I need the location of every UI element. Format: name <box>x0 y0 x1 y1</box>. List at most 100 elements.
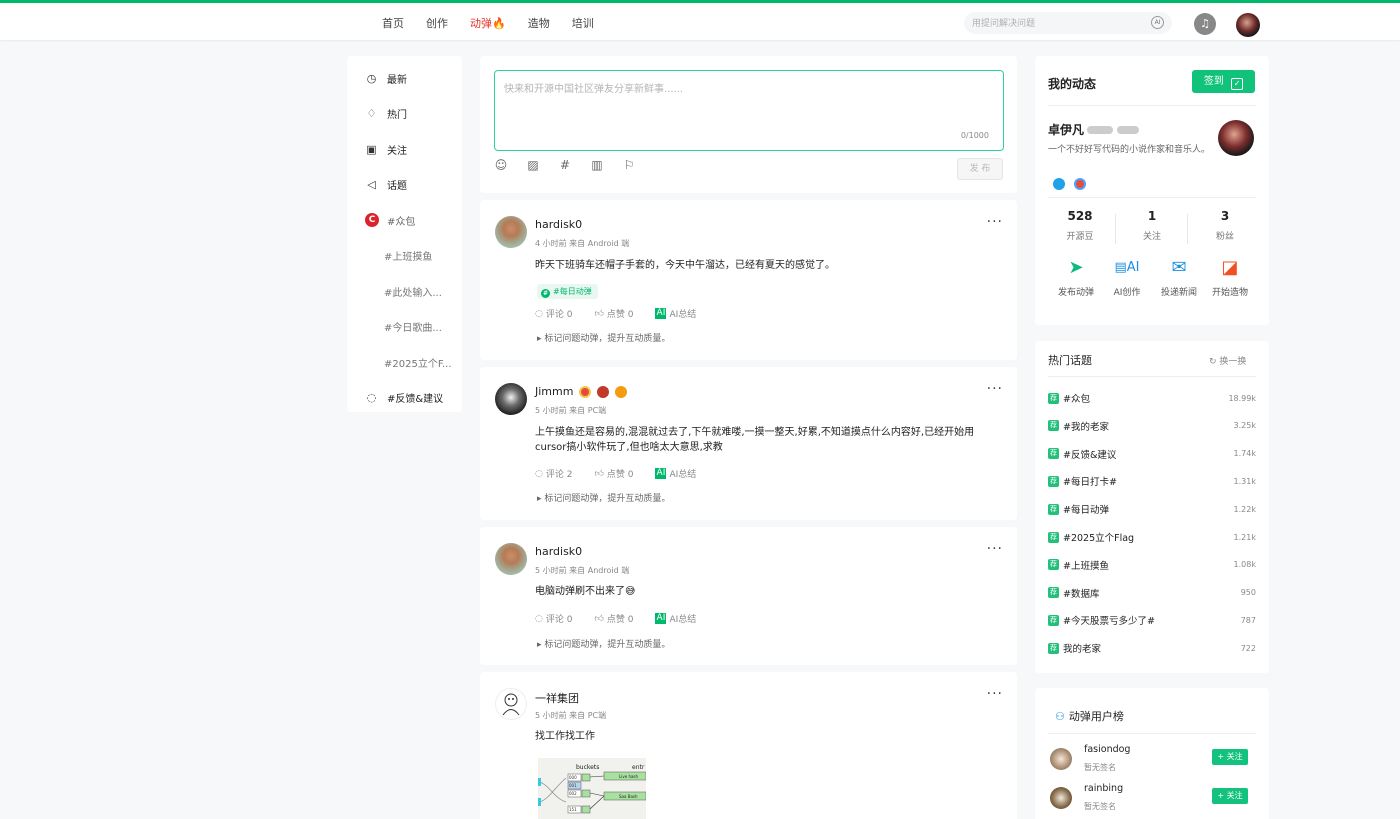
follow-icon: ▣ <box>366 142 377 156</box>
ai-summary-button[interactable]: AI AI总结 <box>655 307 696 320</box>
flag-hint[interactable]: ▸ 标记问题动弹，提升互动质量。 <box>537 331 670 344</box>
more-icon[interactable]: ··· <box>987 214 1003 230</box>
comment-icon: ◌ <box>535 308 543 319</box>
hot-topic-item[interactable]: 荐 #2025立个Flag 1.21k <box>1048 530 1256 544</box>
hot-topic-item[interactable]: 荐 #众包 18.99k <box>1048 391 1256 405</box>
left-sidebar: ◷ 最新 ♢ 热门 ▣ 关注 ◁ 话题 C #众包 #上班摸鱼 #此处输入... #今日歌… <box>347 56 462 412</box>
like-button[interactable]: 👍︎ 点赞 0 <box>594 612 633 626</box>
stat-fans[interactable]: 3 粉丝 <box>1195 209 1255 242</box>
publish-button[interactable]: 发 布 <box>957 158 1003 180</box>
rank-user-name[interactable]: rainbing <box>1084 783 1123 794</box>
diagram-label: 151 <box>569 807 577 812</box>
sidebar-item-crowdsource[interactable]: C #众包 <box>365 211 415 229</box>
ai-search-icon[interactable]: AI <box>1151 16 1164 29</box>
hashtag-icon[interactable]: # <box>558 158 572 172</box>
flag-hint[interactable]: ▸ 标记问题动弹，提升互动质量。 <box>537 491 670 504</box>
hot-topic-item[interactable]: 荐 #反馈&建议 1.74k <box>1048 447 1256 461</box>
hot-topic-count: 722 <box>1240 643 1256 653</box>
ai-summary-button[interactable]: AI AI总结 <box>655 467 696 480</box>
hot-topic-item[interactable]: 荐 #每日打卡# 1.31k <box>1048 474 1256 488</box>
sidebar-topic[interactable]: #今日歌曲... <box>384 317 442 335</box>
nav-training[interactable]: 培训 <box>572 15 594 31</box>
bell-icon[interactable]: ♫ <box>1194 13 1216 35</box>
flag-icon[interactable]: ⚐ <box>622 158 636 172</box>
hot-topic-item[interactable]: 荐 #上班摸鱼 1.08k <box>1048 558 1256 572</box>
author-name[interactable]: 一祥集团 <box>535 690 579 706</box>
sidebar-item-hot[interactable]: ♢ 热门 <box>365 104 407 122</box>
sidebar-item-feedback[interactable]: ◌ #反馈&建议 <box>365 388 444 406</box>
image-icon[interactable]: ▨ <box>526 158 540 172</box>
hot-topic-item[interactable]: 荐 #今天股票亏多少了# 787 <box>1048 613 1256 627</box>
flag-hint[interactable]: ▸ 标记问题动弹，提升互动质量。 <box>537 637 670 650</box>
nav-create[interactable]: 创作 <box>426 15 448 31</box>
refresh-button[interactable]: ↻ 换一换 <box>1209 354 1246 367</box>
post-author[interactable]: hardisk0 <box>535 218 582 231</box>
sidebar-topic[interactable]: #此处输入... <box>384 282 442 300</box>
post-meta: 5 小时前 来自 Android 端 <box>535 566 630 575</box>
post-author[interactable]: 一祥集团 <box>535 690 579 706</box>
avatar[interactable] <box>1050 787 1072 809</box>
emoji-icon[interactable]: ☺ <box>494 158 508 172</box>
composer-toolbar: ☺ ▨ # ▥ ⚐ <box>494 158 654 172</box>
comment-button[interactable]: ◌ 评论 0 <box>535 307 572 321</box>
nav-home[interactable]: 首页 <box>382 15 404 31</box>
post-tag[interactable]: # #每日动弹 <box>537 284 598 299</box>
hot-topics-card: 热门话题 ↻ 换一换 荐 #众包 18.99k 荐 #我的老家 3.25k 荐 #反馈&建议 1… <box>1035 341 1269 673</box>
publish-tweet-button[interactable]: ➤ 发布动弹 <box>1051 256 1101 298</box>
profile-name[interactable]: 卓伊凡 <box>1048 121 1140 138</box>
rank-user-name[interactable]: fasiondog <box>1084 744 1130 755</box>
avatar[interactable] <box>495 216 527 248</box>
start-making-button[interactable]: ◪ 开始造物 <box>1205 256 1255 298</box>
comment-button[interactable]: ◌ 评论 0 <box>535 612 572 626</box>
more-icon[interactable]: ··· <box>987 381 1003 397</box>
search-input[interactable]: 用提问解决问题 AI <box>964 12 1172 34</box>
sidebar-item-follow[interactable]: ▣ 关注 <box>365 140 407 158</box>
more-icon[interactable]: ··· <box>987 541 1003 557</box>
post-author[interactable]: Jimmm <box>535 385 628 398</box>
author-name[interactable]: Jimmm <box>535 385 573 398</box>
sign-in-button[interactable]: 签到 ✓ <box>1192 70 1255 93</box>
profile-avatar[interactable] <box>1218 120 1254 156</box>
hot-topic-item[interactable]: 荐 #每日动弹 1.22k <box>1048 502 1256 516</box>
thumb-icon: 👍︎ <box>594 468 604 479</box>
stat-value: 3 <box>1220 209 1230 223</box>
comment-button[interactable]: ◌ 评论 2 <box>535 467 572 481</box>
more-icon[interactable]: ··· <box>987 686 1003 702</box>
avatar[interactable] <box>495 383 527 415</box>
follow-button[interactable]: + 关注 <box>1212 788 1248 804</box>
chart-icon[interactable]: ▥ <box>590 158 604 172</box>
sidebar-item-topics[interactable]: ◁ 话题 <box>365 175 407 193</box>
author-name[interactable]: hardisk0 <box>535 545 582 558</box>
avatar[interactable] <box>495 688 527 720</box>
like-button[interactable]: 👍︎ 点赞 0 <box>594 307 633 321</box>
ai-summary-button[interactable]: AI AI总结 <box>655 612 696 625</box>
post-image[interactable]: buckets entr 000 001 002 151 Live hash S… <box>538 758 646 819</box>
sidebar-topic[interactable]: #2025立个F... <box>384 353 452 371</box>
author-name[interactable]: hardisk0 <box>535 218 582 231</box>
refresh-label: 换一换 <box>1219 357 1247 367</box>
sidebar-item-latest[interactable]: ◷ 最新 <box>365 69 407 87</box>
nav-tweets[interactable]: 动弹🔥 <box>470 15 506 31</box>
avatar[interactable] <box>1050 748 1072 770</box>
user-avatar[interactable] <box>1236 13 1260 37</box>
like-button[interactable]: 👍︎ 点赞 0 <box>594 467 634 481</box>
hot-topic-count: 950 <box>1240 588 1256 598</box>
hot-topic-item[interactable]: 荐 #数据库 950 <box>1048 586 1256 600</box>
hot-topic-item[interactable]: 荐 #我的老家 3.25k <box>1048 419 1256 433</box>
nav-make[interactable]: 造物 <box>528 15 550 31</box>
stat-following[interactable]: 1 关注 <box>1122 209 1182 242</box>
hot-topic-item[interactable]: 荐我的老家 722 <box>1048 641 1256 655</box>
follow-button[interactable]: + 关注 <box>1212 749 1248 765</box>
like-count: 点赞 0 <box>606 470 634 480</box>
stat-beans[interactable]: 528 开源豆 <box>1050 209 1110 242</box>
post-author[interactable]: hardisk0 <box>535 545 582 558</box>
submit-news-button[interactable]: ✉ 投递新闻 <box>1154 256 1204 298</box>
avatar[interactable] <box>495 543 527 575</box>
diagram-label: buckets <box>576 764 599 771</box>
action-label: 投递新闻 <box>1160 288 1197 298</box>
sidebar-topic[interactable]: #上班摸鱼 <box>384 246 432 264</box>
ai-create-button[interactable]: ▤AI AI创作 <box>1102 256 1152 298</box>
post-textarea[interactable]: 快来和开源中国社区弹友分享新鲜事...... 0/1000 <box>494 70 1004 151</box>
tag-icon: # <box>541 289 550 298</box>
ai-summary-label: AI总结 <box>669 310 697 320</box>
